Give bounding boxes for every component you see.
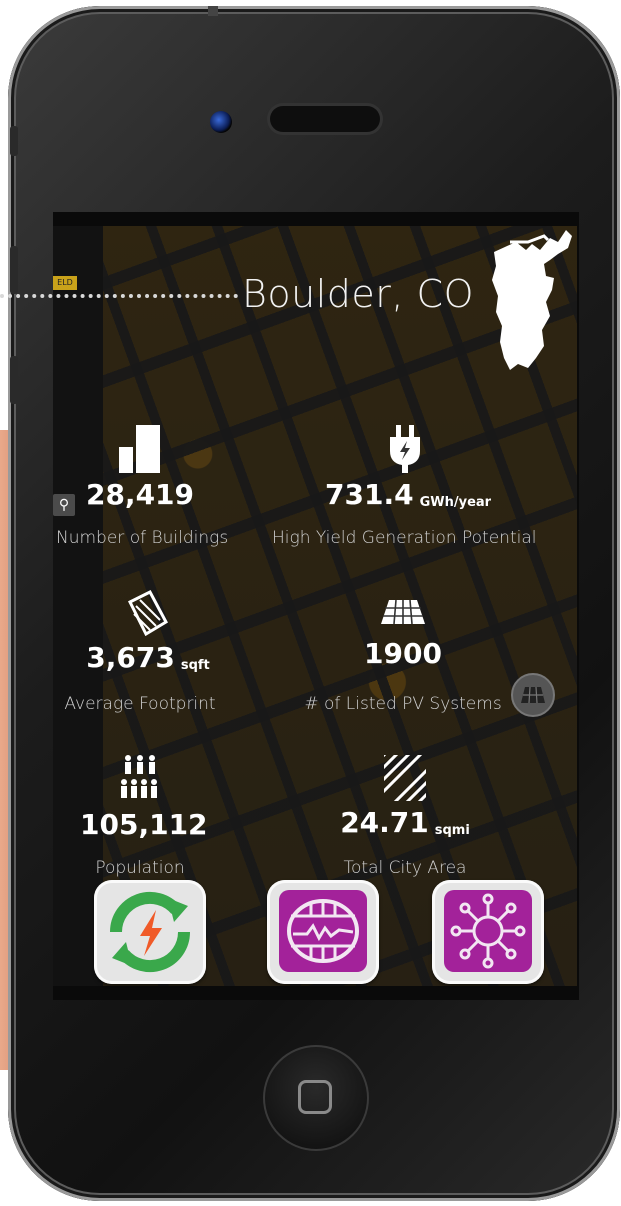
stat-value: 1900 xyxy=(364,637,442,670)
power-button[interactable] xyxy=(208,6,218,16)
stat-population: 105,112 xyxy=(80,755,208,841)
home-button[interactable] xyxy=(263,1045,369,1151)
meter-icon xyxy=(279,890,367,972)
stat-label: Average Footprint xyxy=(64,694,216,714)
front-camera xyxy=(210,111,232,133)
plug-icon xyxy=(390,425,420,473)
dotted-leader-line xyxy=(0,294,238,298)
city-title: Boulder, CO xyxy=(242,272,474,316)
earpiece-speaker xyxy=(270,106,380,132)
stat-footprint: 3,673 sqft xyxy=(78,590,218,674)
stat-city-area: 24.71 sqmi xyxy=(340,755,470,839)
stat-buildings: 28,419 xyxy=(80,425,200,511)
stat-value: 24.71 sqmi xyxy=(340,806,470,839)
stat-value: 28,419 xyxy=(85,478,195,511)
map-badge: ELD xyxy=(53,276,77,290)
energy-refresh-app-button[interactable] xyxy=(94,880,206,984)
solar-panel-icon xyxy=(381,600,425,624)
stat-label: High Yield Generation Potential xyxy=(272,528,537,548)
volume-down-button[interactable] xyxy=(10,356,18,404)
stat-label: Population xyxy=(95,858,185,878)
network-app-button[interactable] xyxy=(432,880,544,984)
network-hub-icon xyxy=(444,890,532,972)
stat-generation-potential: 731.4 GWh/year xyxy=(325,425,492,511)
stat-value: 105,112 xyxy=(80,808,208,841)
stat-value: 731.4 GWh/year xyxy=(325,478,492,511)
city-boundary-map-icon xyxy=(492,230,572,370)
people-icon xyxy=(121,755,157,798)
mute-switch[interactable] xyxy=(10,126,18,156)
hatched-area-icon xyxy=(384,755,426,801)
meter-app-button[interactable] xyxy=(267,880,379,984)
volume-up-button[interactable] xyxy=(10,246,18,294)
stat-label: # of Listed PV Systems xyxy=(304,694,502,714)
stat-label: Total City Area xyxy=(343,858,467,878)
search-icon[interactable]: ⚲ xyxy=(53,494,75,516)
footprint-icon xyxy=(128,590,168,636)
stat-pv-systems: 1900 xyxy=(340,600,466,670)
energy-refresh-icon xyxy=(109,891,191,973)
pv-layer-toggle[interactable] xyxy=(511,673,555,717)
buildings-icon xyxy=(119,425,160,473)
solar-panel-icon xyxy=(521,686,545,704)
stat-label: Number of Buildings xyxy=(56,528,229,548)
stat-value: 3,673 sqft xyxy=(86,641,210,674)
home-square-icon xyxy=(298,1080,332,1114)
